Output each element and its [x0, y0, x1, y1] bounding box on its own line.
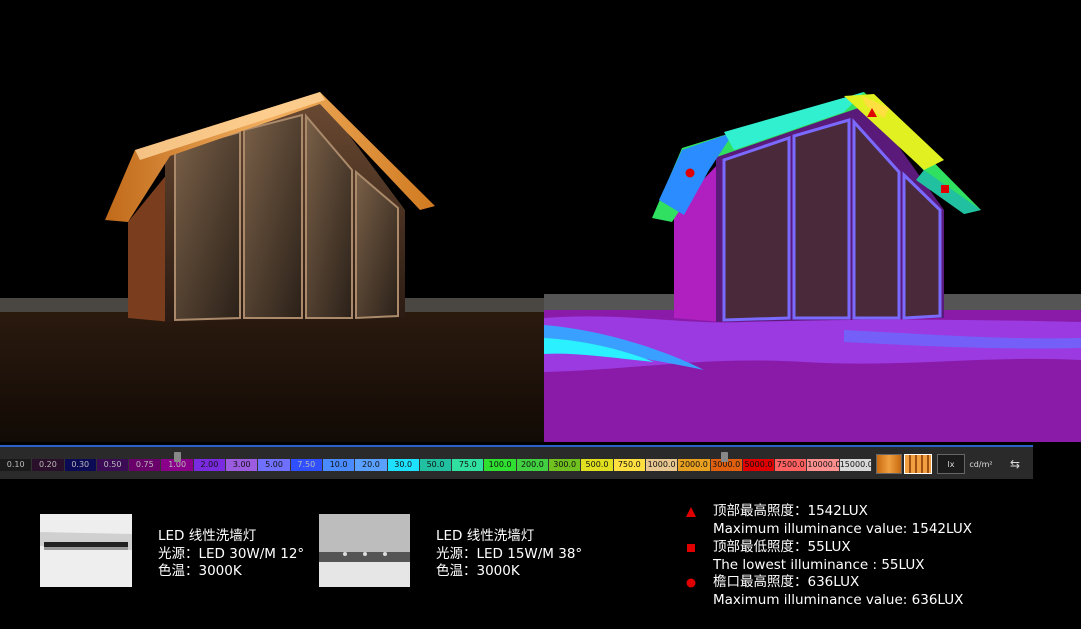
- fixture-1-info: LED 线性洗墙灯 光源：LED 30W/M 12° 色温：3000K: [158, 528, 304, 581]
- scale-swatch: 0.75: [129, 459, 162, 471]
- scale-swatch: 2.00: [193, 459, 227, 471]
- legend-min-top-en: The lowest illuminance : 55LUX: [713, 557, 925, 573]
- legend-max-eave-zh: 檐口最高照度：636LUX: [713, 574, 860, 590]
- render-falsecolor-view: [544, 0, 1081, 442]
- fixture-2-image: [319, 514, 410, 587]
- render-realistic-view: [0, 0, 544, 442]
- scale-swatch: 100.0: [484, 459, 517, 471]
- color-mode-gradient-button[interactable]: [876, 454, 902, 474]
- fixture-2-cct: 色温：3000K: [436, 563, 520, 579]
- legend-min-top-zh: 顶部最低照度：55LUX: [713, 539, 851, 555]
- scale-swatch: 7.50: [290, 459, 323, 471]
- scale-swatch: 10000.0: [807, 459, 840, 471]
- unit-lx-button[interactable]: lx: [937, 454, 965, 474]
- scale-swatch: 30.0: [387, 459, 420, 471]
- fixture-1-source: 光源：LED 30W/M 12°: [158, 545, 305, 562]
- realistic-house-image: [0, 0, 544, 442]
- unit-cd-button[interactable]: cd/m²: [966, 454, 996, 474]
- scale-swatch: 15000.0: [839, 459, 873, 471]
- red-triangle-icon: [686, 507, 696, 517]
- illuminance-scale-bar: 0.10 0.20 0.30 0.50 0.75 1.00 2.00 3.00 5.00 7.50…: [0, 445, 1033, 479]
- legend-max-eave-en: Maximum illuminance value: 636LUX: [713, 592, 964, 608]
- red-square-icon: [687, 544, 695, 552]
- fixture-1-cct: 色温：3000K: [158, 563, 242, 579]
- scale-swatch: 10.0: [322, 459, 356, 471]
- scale-swatch: 0.10: [0, 459, 33, 471]
- scale-swatch: 50.0: [419, 459, 453, 471]
- unit-lx-label: lx: [947, 459, 955, 469]
- scale-swatches: 0.10 0.20 0.30 0.50 0.75 1.00 2.00 3.00 5.00 7.50…: [0, 459, 873, 471]
- unit-cd-label: cd/m²: [969, 459, 993, 469]
- legend-max-top-zh: 顶部最高照度：1542LUX: [713, 503, 868, 519]
- fixture-1-image: [40, 514, 132, 587]
- scale-max-marker[interactable]: [721, 452, 728, 462]
- legend-max-top-en: Maximum illuminance value: 1542LUX: [713, 521, 972, 537]
- scale-swatch: 300.0: [549, 459, 582, 471]
- scale-swatch: 20.0: [355, 459, 388, 471]
- scale-min-marker[interactable]: [174, 452, 181, 462]
- scale-swatch: 750.0: [613, 459, 646, 471]
- color-mode-banded-button[interactable]: [904, 454, 932, 474]
- scale-swatch: 5.00: [258, 459, 291, 471]
- scale-swatch: 0.50: [96, 459, 130, 471]
- fixture-2-source: 光源：LED 15W/M 38°: [436, 545, 583, 562]
- scale-swatch: 3.00: [226, 459, 259, 471]
- scale-swatch: 7500.0: [775, 459, 808, 471]
- red-circle-icon: [686, 578, 696, 588]
- scale-swatch: 0.20: [32, 459, 65, 471]
- fixture-2-name: LED 线性洗墙灯: [436, 528, 535, 544]
- scale-swatch: 0.30: [64, 459, 97, 471]
- falsecolor-house-image: [544, 0, 1081, 442]
- scale-swatch: 200.0: [516, 459, 550, 471]
- scale-swatch: 5000.0: [742, 459, 776, 471]
- scale-swatch: 500.0: [581, 459, 614, 471]
- scale-swatch: 75.0: [452, 459, 485, 471]
- fixture-2-info: LED 线性洗墙灯 光源：LED 15W/M 38° 色温：3000K: [436, 528, 582, 581]
- scale-swatch: 1000.0: [645, 459, 679, 471]
- scale-swatch: 2000.0: [678, 459, 711, 471]
- swap-arrow-icon[interactable]: ⇆: [1002, 454, 1028, 474]
- fixture-1-name: LED 线性洗墙灯: [158, 528, 257, 544]
